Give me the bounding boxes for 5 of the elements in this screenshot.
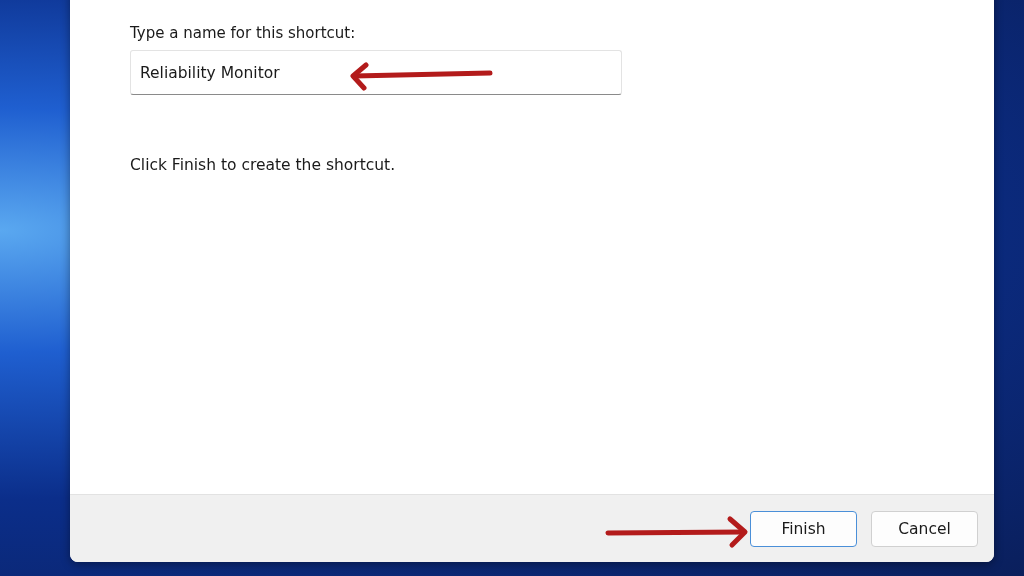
input-field[interactable]: Reliability Monitor bbox=[130, 50, 622, 95]
instruction-text: Click Finish to create the shortcut. bbox=[130, 156, 396, 174]
field-label: Type a name for this shortcut: bbox=[130, 24, 356, 42]
cancel-button[interactable]: Cancel bbox=[871, 510, 978, 547]
finish-button[interactable]: Finish bbox=[750, 510, 857, 547]
